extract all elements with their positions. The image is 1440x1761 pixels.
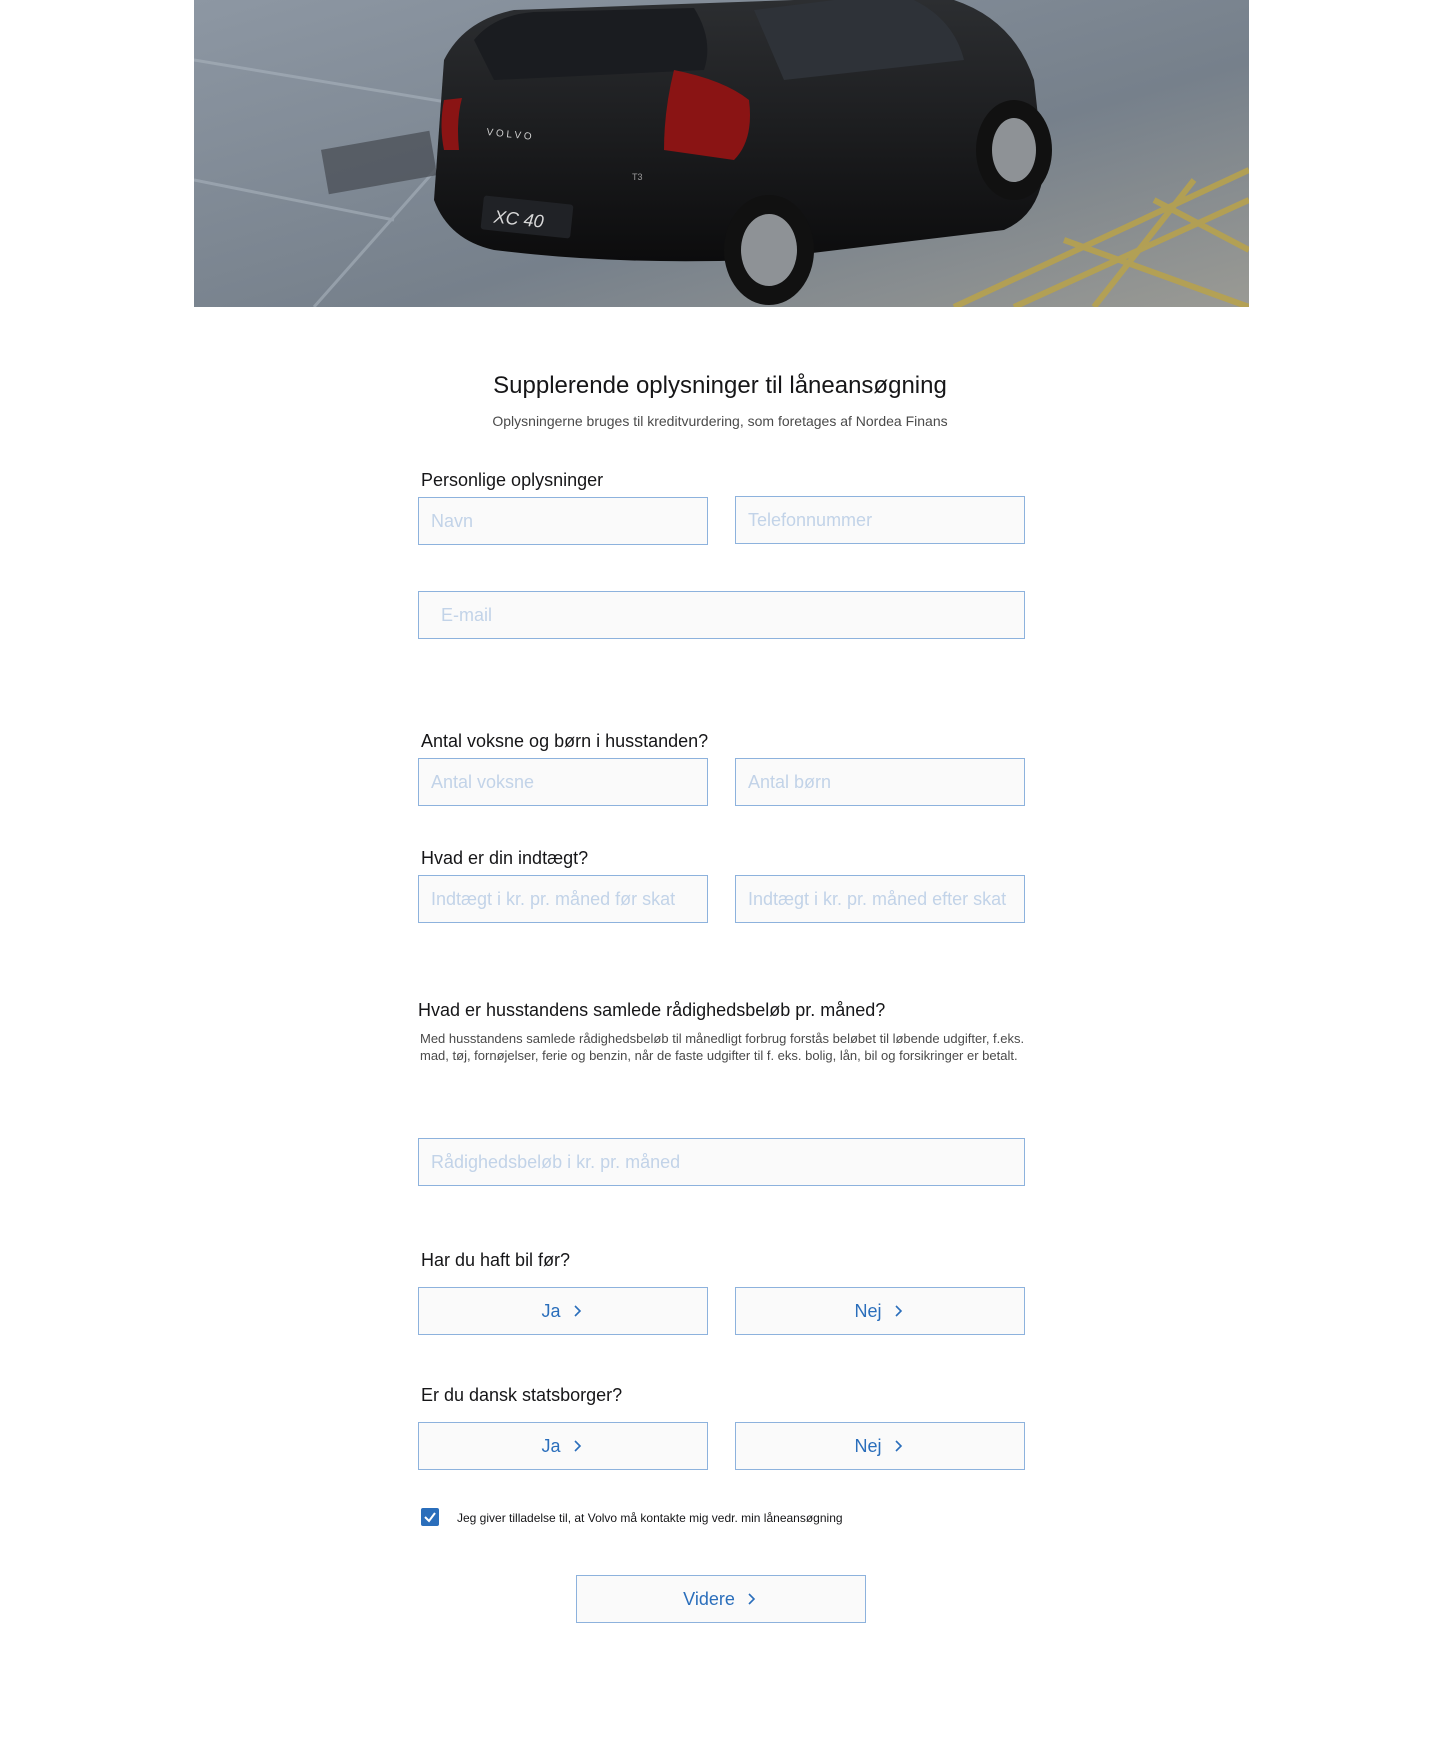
consent-label: Jeg giver tilladelse til, at Volvo må ko… [457,1511,843,1525]
previous-car-yes-button[interactable]: Ja [418,1287,708,1335]
citizen-yes-button[interactable]: Ja [418,1422,708,1470]
phone-input[interactable] [746,508,1014,532]
household-section-label: Antal voksne og børn i husstanden? [421,731,709,751]
chevron-right-icon [894,1440,902,1452]
income-before-tax-input[interactable] [429,887,697,911]
disposable-description: Med husstandens samlede rådighedsbeløb t… [420,1031,1025,1063]
previous-car-no-button[interactable]: Nej [735,1287,1025,1335]
personal-section-label: Personlige oplysninger [421,470,604,490]
page-title: Supplerende oplysninger til låneansøgnin… [493,372,947,399]
consent-checkbox[interactable] [421,1508,439,1526]
submit-button[interactable]: Videre [576,1575,866,1623]
previous-car-label: Har du haft bil før? [421,1250,571,1270]
hero-image: XC 40 V O L V O T3 [194,0,1249,307]
page-subtitle: Oplysningerne bruges til kreditvurdering… [492,413,948,429]
income-after-tax-input[interactable] [746,887,1014,911]
citizen-no-button[interactable]: Nej [735,1422,1025,1470]
email-field[interactable] [418,591,1025,639]
checkmark-icon [424,1512,436,1523]
previous-car-no-label: Nej [854,1300,882,1321]
chevron-right-icon [573,1305,581,1317]
adults-field[interactable] [418,758,708,806]
citizen-no-label: Nej [854,1435,882,1456]
name-input[interactable] [429,509,697,533]
citizen-label: Er du dansk statsborger? [421,1385,623,1405]
submit-label: Videre [683,1588,735,1609]
income-after-tax-field[interactable] [735,875,1025,923]
children-field[interactable] [735,758,1025,806]
children-input[interactable] [746,770,1014,794]
name-field[interactable] [418,497,708,545]
citizen-yes-label: Ja [541,1435,561,1456]
chevron-right-icon [894,1305,902,1317]
disposable-amount-input[interactable] [429,1150,1014,1174]
hero-trim-text: T3 [632,172,643,182]
previous-car-yes-label: Ja [541,1300,561,1321]
phone-field[interactable] [735,496,1025,544]
income-before-tax-field[interactable] [418,875,708,923]
income-section-label: Hvad er din indtægt? [421,848,589,868]
chevron-right-icon [748,1593,755,1605]
chevron-right-icon [573,1440,581,1452]
car-illustration: XC 40 V O L V O T3 [194,0,1249,307]
disposable-amount-field[interactable] [418,1138,1025,1186]
disposable-section-label: Hvad er husstandens samlede rådighedsbel… [418,1000,886,1020]
email-input[interactable] [429,603,1014,627]
adults-input[interactable] [429,770,697,794]
